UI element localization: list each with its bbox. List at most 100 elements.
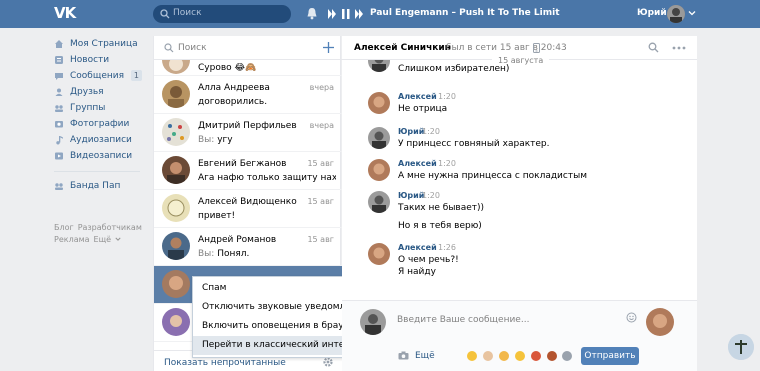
footer-link-developers[interactable]: Разработчикам [78, 223, 142, 232]
sidebar-item-label: Банда Пап [70, 181, 121, 191]
message-input[interactable]: Введите Ваше сообщение... [390, 308, 642, 332]
conversation-row[interactable]: Андрей Романов 15 авг Вы: Понял. [154, 228, 342, 266]
sidebar-item-messages[interactable]: Сообщения 1 [54, 68, 146, 84]
sidebar-item-banda-pap[interactable]: Банда Пап [54, 178, 146, 194]
avatar [162, 232, 190, 260]
sidebar-item-friends[interactable]: Друзья [54, 84, 146, 100]
message-author[interactable]: Алексей [398, 243, 437, 252]
footer-link-blog[interactable]: Блог [54, 223, 74, 232]
conversation-preview: Ага нафю только защиту нахуй убр... [198, 173, 336, 183]
conversation-row[interactable]: Алексей Видющенко 15 авг привет! [154, 190, 342, 228]
message-input-placeholder: Введите Ваше сообщение... [397, 315, 530, 325]
vk-logo[interactable]: VK [54, 5, 76, 22]
avatar [368, 159, 390, 181]
chevron-down-icon[interactable] [688, 9, 696, 17]
sidebar-item-my-page[interactable]: Моя Страница [54, 36, 146, 52]
avatar [162, 270, 190, 298]
chevron-down-icon[interactable] [115, 236, 121, 242]
sidebar-item-label: Друзья [70, 87, 104, 97]
message-history: Слишком избирателен) Алексей 1:20 Не отр… [342, 60, 697, 300]
conversation-preview: Вы: угу [198, 135, 336, 145]
menu-item-mute-sound[interactable]: Отключить звуковые уведомления [193, 298, 368, 317]
search-icon[interactable] [648, 42, 659, 53]
emoji-icon[interactable] [515, 351, 525, 361]
message-author[interactable]: Юрий [398, 127, 424, 136]
conversation-time: 15 авг [307, 197, 334, 206]
conversation-name: Алла Андреева [198, 83, 270, 93]
message-time: 1:26 [438, 243, 456, 252]
video-icon [55, 152, 63, 160]
menu-item-browser-notifications[interactable]: Включить оповещения в браузере [193, 317, 365, 336]
friends-icon [55, 88, 63, 96]
header-user-name[interactable]: Юрий [637, 8, 667, 18]
emoji-icon[interactable] [562, 351, 572, 361]
menu-item-classic-interface[interactable]: Перейти в классический интерфейс [193, 336, 374, 355]
emoji-icon[interactable] [467, 351, 477, 361]
avatar [368, 127, 390, 149]
player-controls[interactable] [328, 7, 364, 21]
conversation-preview: договорились. [198, 97, 268, 107]
sidebar-item-news[interactable]: Новости [54, 52, 146, 68]
conversation-row[interactable]: Евгений Бегжанов 15 авг Ага нафю только … [154, 152, 342, 190]
sidebar-item-music[interactable]: Аудиозаписи [54, 132, 146, 148]
conversation-name: Дмитрий Перфильев [198, 121, 297, 131]
avatar [368, 191, 390, 213]
emoji-icon[interactable] [531, 351, 541, 361]
plus-icon[interactable] [322, 41, 335, 54]
menu-item-spam[interactable]: Спам [193, 279, 351, 298]
message-author[interactable]: Алексей [398, 159, 437, 168]
footer-link-more[interactable]: Ещё [94, 235, 112, 244]
smile-icon[interactable] [626, 312, 637, 323]
message-text: Таких не бывает)) [398, 203, 485, 213]
camera-icon[interactable] [398, 351, 409, 360]
show-unread-link[interactable]: Показать непрочитанные [164, 358, 286, 368]
header-avatar[interactable] [667, 5, 685, 23]
conversation-search-placeholder: Поиск [178, 43, 207, 53]
messages-icon [55, 73, 63, 80]
footer-link-ads[interactable]: Реклама [54, 235, 90, 244]
avatar [162, 80, 190, 108]
conversation-row[interactable]: Алла Андреева вчера договорились. [154, 76, 342, 114]
conversation-preview: Сурово 😂🙈 [198, 63, 257, 73]
emoji-icon[interactable] [547, 351, 557, 361]
floating-avatar[interactable] [728, 334, 754, 360]
global-search-input[interactable]: Поиск [153, 5, 291, 23]
now-playing-track[interactable]: Paul Engemann – Push It To The Limit [370, 8, 560, 18]
more-icon[interactable] [672, 46, 686, 50]
conversation-preview: привет! [198, 211, 236, 221]
conversation-time: вчера [309, 121, 334, 130]
conversation-name: Евгений Бегжанов [198, 159, 287, 169]
avatar [162, 194, 190, 222]
emoji-icon[interactable] [499, 351, 509, 361]
conversation-time: вчера [309, 83, 334, 92]
conversation-row[interactable]: Дмитрий Перфильев вчера Вы: угу [154, 114, 342, 152]
emoji-icon[interactable] [483, 351, 493, 361]
send-button[interactable]: Отправить [581, 347, 639, 365]
conversation-row[interactable]: Сурово 😂🙈 [154, 60, 342, 76]
avatar [162, 308, 190, 336]
compose-area: Введите Ваше сообщение... Ещё Отправить [342, 300, 697, 371]
groups-icon [55, 105, 63, 112]
sidebar-item-label: Фотографии [70, 119, 130, 129]
sidebar-item-video[interactable]: Видеозаписи [54, 148, 146, 164]
search-icon [160, 9, 170, 19]
conversation-search-input[interactable]: Поиск [154, 36, 342, 60]
sidebar-item-photos[interactable]: Фотографии [54, 116, 146, 132]
more-attachments-button[interactable]: Ещё [415, 351, 435, 361]
message-text: Не отрица [398, 104, 448, 114]
message-author[interactable]: Алексей [398, 92, 437, 101]
message-author[interactable]: Юрий [398, 191, 424, 200]
footer-links: Блог Разработчикам Реклама Ещё [54, 222, 154, 246]
avatar [368, 60, 390, 72]
photos-icon [55, 121, 63, 128]
message-text: Слишком избирателен) [398, 64, 510, 74]
avatar [646, 308, 674, 336]
sidebar-item-groups[interactable]: Группы [54, 100, 146, 116]
avatar [368, 243, 390, 265]
message-time: 1:20 [422, 127, 440, 136]
avatar [162, 118, 190, 146]
conversation-time: 15 авг [307, 159, 334, 168]
bell-icon[interactable] [306, 7, 318, 20]
chat-partner-name[interactable]: Алексей Синичкин [354, 43, 451, 53]
mobile-icon [533, 43, 540, 53]
